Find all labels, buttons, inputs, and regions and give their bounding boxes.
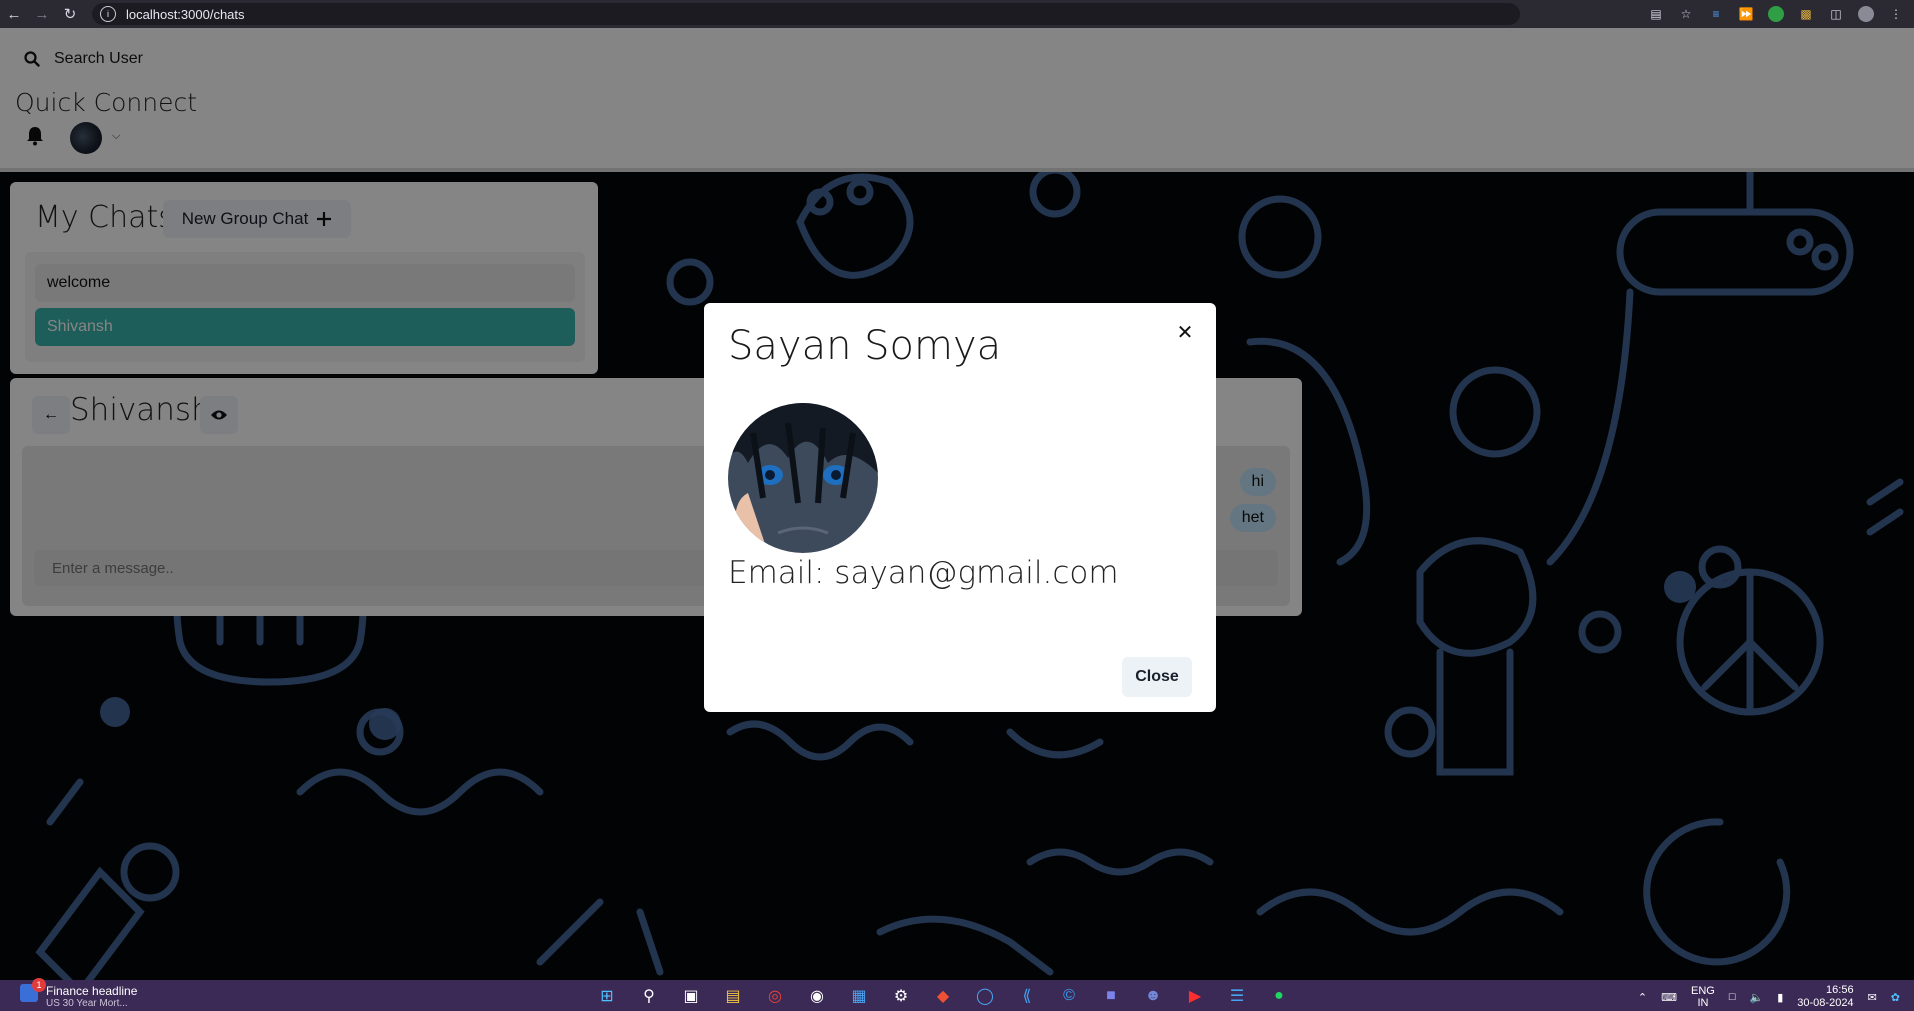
- volume-icon[interactable]: 🔈: [1750, 991, 1764, 1004]
- notification-badge: 1: [32, 978, 46, 992]
- clock-date: 30-08-2024: [1797, 997, 1854, 1009]
- extension-chart-icon[interactable]: ▩: [1798, 6, 1814, 22]
- vscode-icon[interactable]: ⟪: [1014, 983, 1040, 1009]
- profile-email: Email: sayan@gmail.com: [728, 555, 1119, 591]
- extension-wave-icon[interactable]: ≡: [1708, 6, 1724, 22]
- notes-icon[interactable]: ☰: [1224, 983, 1250, 1009]
- address-bar[interactable]: i localhost:3000/chats: [92, 3, 1520, 25]
- browser-menu-icon[interactable]: ⋮: [1888, 6, 1904, 22]
- battery-icon[interactable]: ▮: [1777, 991, 1783, 1004]
- keyboard-icon[interactable]: ⌨: [1661, 991, 1677, 1004]
- news-title: Finance headline: [46, 984, 138, 998]
- os-taskbar: 1 Finance headline US 30 Year Mort... ⊞ …: [0, 978, 1914, 1011]
- language-indicator[interactable]: ENG IN: [1691, 985, 1715, 1009]
- youtube-icon[interactable]: ▶: [1182, 983, 1208, 1009]
- settings-gear-icon[interactable]: ⚙: [888, 983, 914, 1009]
- clock[interactable]: 16:56 30-08-2024: [1797, 984, 1853, 1010]
- install-icon[interactable]: ▤: [1648, 6, 1664, 22]
- news-icon: 1: [20, 978, 46, 1002]
- back-icon[interactable]: ←: [0, 0, 28, 28]
- network-icon[interactable]: □: [1729, 991, 1736, 1003]
- copilot-icon[interactable]: ✿: [1891, 991, 1900, 1004]
- discord-icon[interactable]: ☻: [1140, 983, 1166, 1009]
- file-explorer-icon[interactable]: ▤: [720, 983, 746, 1009]
- git-icon[interactable]: ◆: [930, 983, 956, 1009]
- reload-icon[interactable]: ↻: [56, 0, 84, 28]
- extension-green-icon[interactable]: [1768, 6, 1784, 22]
- bookmark-star-icon[interactable]: ☆: [1678, 6, 1694, 22]
- windows-start-icon[interactable]: ⊞: [594, 983, 620, 1009]
- chevron-up-icon[interactable]: ⌃: [1638, 991, 1647, 1004]
- extensions-puzzle-icon[interactable]: ◫: [1828, 6, 1844, 22]
- extension-forward-icon[interactable]: ⏩: [1738, 6, 1754, 22]
- store-icon[interactable]: ▦: [846, 983, 872, 1009]
- profile-avatar-icon[interactable]: [1858, 6, 1874, 22]
- app-icon[interactable]: ◯: [972, 983, 998, 1009]
- modal-title: Sayan Somya: [728, 323, 1002, 369]
- site-info-icon[interactable]: i: [100, 6, 116, 22]
- profile-modal: Sayan Somya ✕ Email: sayan@gmail.com Clo…: [704, 303, 1216, 712]
- chrome-icon[interactable]: ◎: [762, 983, 788, 1009]
- news-subtitle: US 30 Year Mort...: [46, 998, 128, 1009]
- notification-center-icon[interactable]: ✉: [1868, 991, 1877, 1004]
- system-tray: ⌃ ⌨ ENG IN □ 🔈 ▮ 16:56 30-08-2024 ✉ ✿: [1638, 984, 1900, 1010]
- close-button[interactable]: Close: [1122, 657, 1192, 697]
- app-c-icon[interactable]: ©: [1056, 983, 1082, 1009]
- browser-toolbar: ← → ↻ i localhost:3000/chats ▤ ☆ ≡ ⏩ ▩ ◫…: [0, 0, 1914, 28]
- forward-icon[interactable]: →: [28, 0, 56, 28]
- close-icon[interactable]: ✕: [1170, 317, 1200, 347]
- teams-icon[interactable]: ■: [1098, 983, 1124, 1009]
- extensions-area: ▤ ☆ ≡ ⏩ ▩ ◫ ⋮: [1648, 0, 1904, 28]
- language-code: ENG: [1691, 985, 1715, 997]
- news-widget[interactable]: 1 Finance headline US 30 Year Mort...: [20, 978, 138, 1009]
- clock-time: 16:56: [1826, 984, 1854, 996]
- url-text: localhost:3000/chats: [126, 6, 245, 22]
- profile-picture: [728, 403, 878, 553]
- search-icon[interactable]: ⚲: [636, 983, 662, 1009]
- task-view-icon[interactable]: ▣: [678, 983, 704, 1009]
- taskbar-apps: ⊞ ⚲ ▣ ▤ ◎ ◉ ▦ ⚙ ◆ ◯ ⟪ © ■ ☻ ▶ ☰ ●: [594, 983, 1292, 1009]
- camera-icon[interactable]: ◉: [804, 983, 830, 1009]
- spotify-icon[interactable]: ●: [1266, 983, 1292, 1009]
- language-region: IN: [1697, 997, 1709, 1009]
